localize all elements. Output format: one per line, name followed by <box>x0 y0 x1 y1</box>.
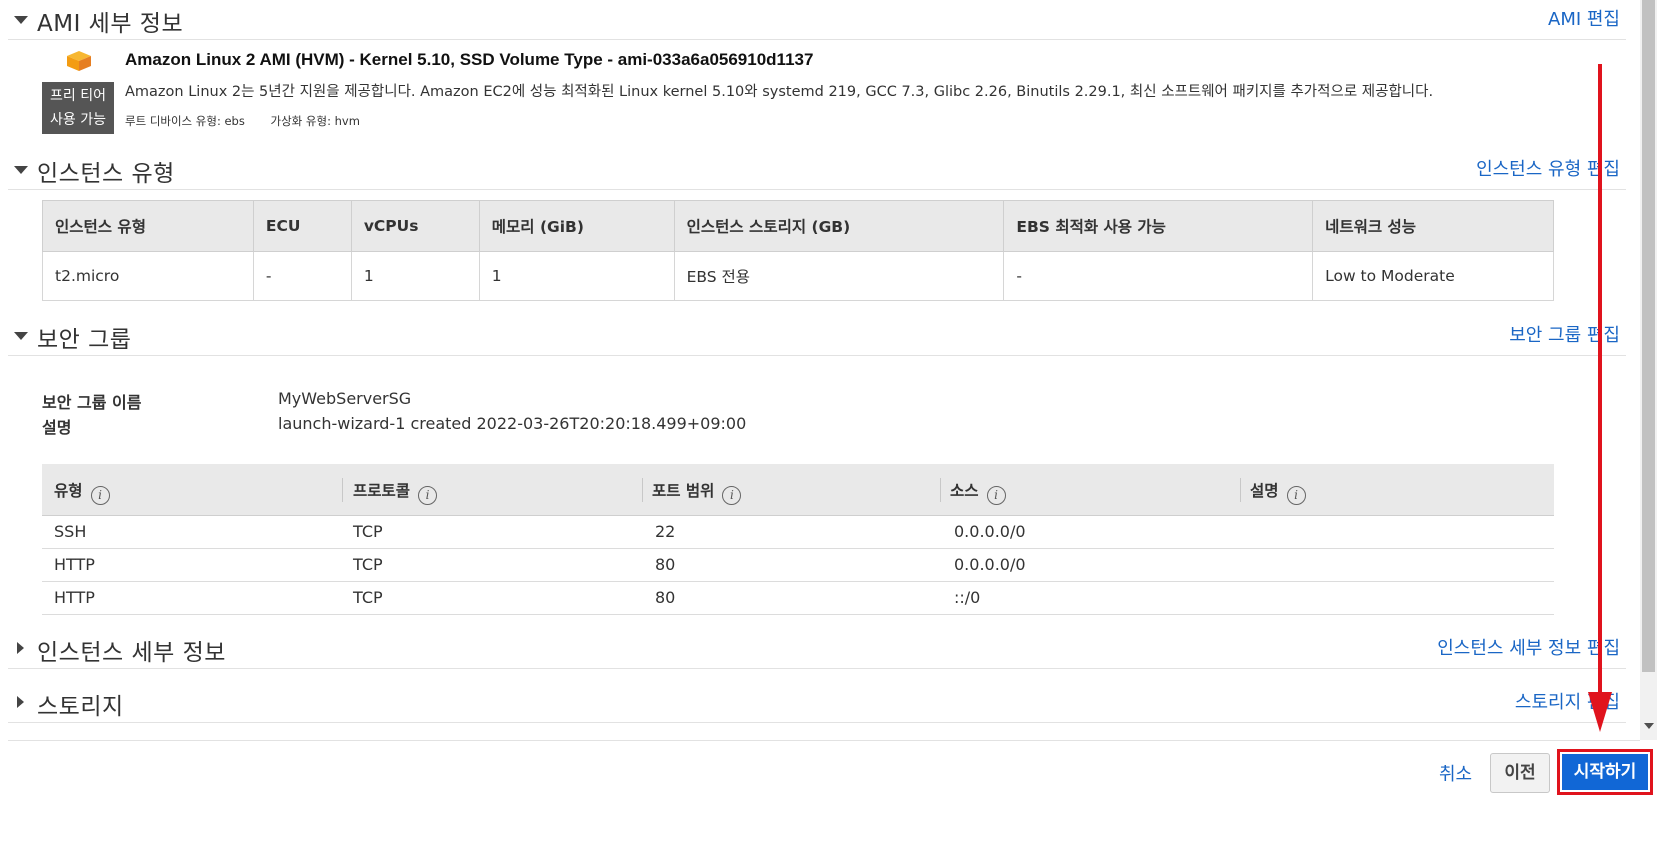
instance-type-table: 인스턴스 유형 ECU vCPUs 메모리 (GiB) 인스턴스 스토리지 (G… <box>42 200 1554 301</box>
rules-col-description: 설명 i <box>1250 479 1306 505</box>
info-icon[interactable]: i <box>722 486 742 505</box>
rule-protocol: TCP <box>353 522 383 541</box>
table-row: t2.micro - 1 1 EBS 전용 - Low to Moderate <box>42 251 1554 301</box>
table-row: SSH TCP 22 0.0.0.0/0 <box>42 516 1554 549</box>
instance-type-section-title: 인스턴스 유형 <box>37 161 175 187</box>
storage-section-header[interactable]: 스토리지 스토리지 편집 <box>8 683 1626 723</box>
table-row: HTTP TCP 80 ::/0 <box>42 582 1554 615</box>
col-ebs-optimized: EBS 최적화 사용 가능 <box>1003 200 1314 252</box>
sg-name-label: 보안 그룹 이름 <box>42 393 142 412</box>
rules-col-description-label: 설명 <box>1250 482 1279 500</box>
root-device-type: 루트 디바이스 유형: ebs <box>125 114 245 128</box>
info-icon[interactable]: i <box>986 486 1006 505</box>
rule-port-range: 80 <box>655 588 676 607</box>
cell-network-performance: Low to Moderate <box>1312 251 1554 301</box>
virtualization-type: 가상화 유형: hvm <box>270 114 360 128</box>
rules-col-protocol: 프로토콜 i <box>353 479 438 505</box>
launch-button-highlight: 시작하기 <box>1557 749 1653 795</box>
rule-protocol: TCP <box>353 555 383 574</box>
caret-down-icon[interactable] <box>14 16 28 24</box>
caret-down-icon[interactable] <box>14 332 28 340</box>
rules-col-port-range-label: 포트 범위 <box>652 482 715 500</box>
ami-meta: 루트 디바이스 유형: ebs 가상화 유형: hvm <box>125 113 360 129</box>
security-rules-table: 유형 i 프로토콜 i 포트 범위 i 소스 i 설명 i SSH TCP 22 0.0.… <box>42 464 1554 615</box>
instance-type-section-header[interactable]: 인스턴스 유형 인스턴스 유형 편집 <box>8 150 1626 190</box>
scroll-down-arrow-icon[interactable] <box>1644 723 1654 729</box>
column-divider <box>940 478 941 502</box>
rule-port-range: 22 <box>655 522 676 541</box>
sg-description-value: launch-wizard-1 created 2022-03-26T20:20… <box>278 414 747 433</box>
info-icon[interactable]: i <box>418 486 438 505</box>
launch-button[interactable]: 시작하기 <box>1562 754 1648 790</box>
cell-vcpus: 1 <box>350 251 480 301</box>
col-memory: 메모리 (GiB) <box>478 200 675 252</box>
rule-type: HTTP <box>54 555 95 574</box>
info-icon[interactable]: i <box>90 486 110 505</box>
instance-details-section-title: 인스턴스 세부 정보 <box>37 640 226 666</box>
caret-right-icon[interactable] <box>17 642 24 654</box>
sg-name-value: MyWebServerSG <box>278 389 412 408</box>
column-divider <box>642 478 643 502</box>
col-network-performance: 네트워크 성능 <box>1312 200 1554 252</box>
footer-divider <box>8 740 1640 741</box>
caret-down-icon[interactable] <box>14 166 28 174</box>
ami-section-header[interactable]: AMI 세부 정보 AMI 편집 <box>8 0 1626 40</box>
ami-description: Amazon Linux 2는 5년간 지원을 제공합니다. Amazon EC… <box>125 84 1434 100</box>
rule-type: SSH <box>54 522 87 541</box>
cell-ebs-optimized: - <box>1003 251 1314 301</box>
caret-right-icon[interactable] <box>17 696 24 708</box>
rule-protocol: TCP <box>353 588 383 607</box>
col-vcpus: vCPUs <box>350 200 480 252</box>
column-divider <box>1240 478 1241 502</box>
rules-col-port-range: 포트 범위 i <box>652 479 742 505</box>
edit-ami-link[interactable]: AMI 편집 <box>1548 5 1620 31</box>
sg-description-label: 설명 <box>42 418 72 437</box>
rules-col-protocol-label: 프로토콜 <box>353 482 411 500</box>
col-ecu: ECU <box>252 200 352 252</box>
rules-col-source-label: 소스 <box>950 482 979 500</box>
ami-section-title: AMI 세부 정보 <box>37 11 184 37</box>
rule-type: HTTP <box>54 588 95 607</box>
col-instance-type: 인스턴스 유형 <box>42 200 254 252</box>
security-group-section-header[interactable]: 보안 그룹 보안 그룹 편집 <box>8 316 1626 356</box>
storage-section-title: 스토리지 <box>37 694 124 720</box>
free-tier-line2: 사용 가능 <box>50 112 106 128</box>
rule-source: 0.0.0.0/0 <box>954 555 1026 574</box>
previous-button[interactable]: 이전 <box>1490 753 1550 793</box>
vertical-scrollbar[interactable] <box>1640 0 1657 740</box>
rules-header-row: 유형 i 프로토콜 i 포트 범위 i 소스 i 설명 i <box>42 464 1554 516</box>
free-tier-line1: 프리 티어 <box>50 88 106 104</box>
rules-col-source: 소스 i <box>950 479 1006 505</box>
rule-source: ::/0 <box>954 588 981 607</box>
free-tier-badge: 프리 티어 사용 가능 <box>42 82 114 134</box>
table-header-row: 인스턴스 유형 ECU vCPUs 메모리 (GiB) 인스턴스 스토리지 (G… <box>42 200 1554 252</box>
cell-instance-storage: EBS 전용 <box>673 251 1005 301</box>
scrollbar-thumb[interactable] <box>1642 0 1655 672</box>
cell-memory: 1 <box>478 251 675 301</box>
annotation-arrow-icon <box>1588 64 1612 732</box>
info-icon[interactable]: i <box>1286 486 1306 505</box>
rule-port-range: 80 <box>655 555 676 574</box>
rules-col-type: 유형 i <box>54 479 110 505</box>
column-divider <box>342 478 343 502</box>
cube-icon <box>67 51 91 71</box>
security-group-section-title: 보안 그룹 <box>37 327 132 353</box>
review-content: AMI 세부 정보 AMI 편집 프리 티어 사용 가능 Amazon Linu… <box>0 0 1640 740</box>
table-row: HTTP TCP 80 0.0.0.0/0 <box>42 549 1554 582</box>
cell-instance-type: t2.micro <box>42 251 254 301</box>
col-instance-storage: 인스턴스 스토리지 (GB) <box>673 200 1005 252</box>
instance-details-section-header[interactable]: 인스턴스 세부 정보 인스턴스 세부 정보 편집 <box>8 629 1626 669</box>
cancel-button[interactable]: 취소 <box>1439 760 1472 786</box>
rules-col-type-label: 유형 <box>54 482 83 500</box>
rule-source: 0.0.0.0/0 <box>954 522 1026 541</box>
cell-ecu: - <box>252 251 352 301</box>
ami-title: Amazon Linux 2 AMI (HVM) - Kernel 5.10, … <box>125 50 814 69</box>
